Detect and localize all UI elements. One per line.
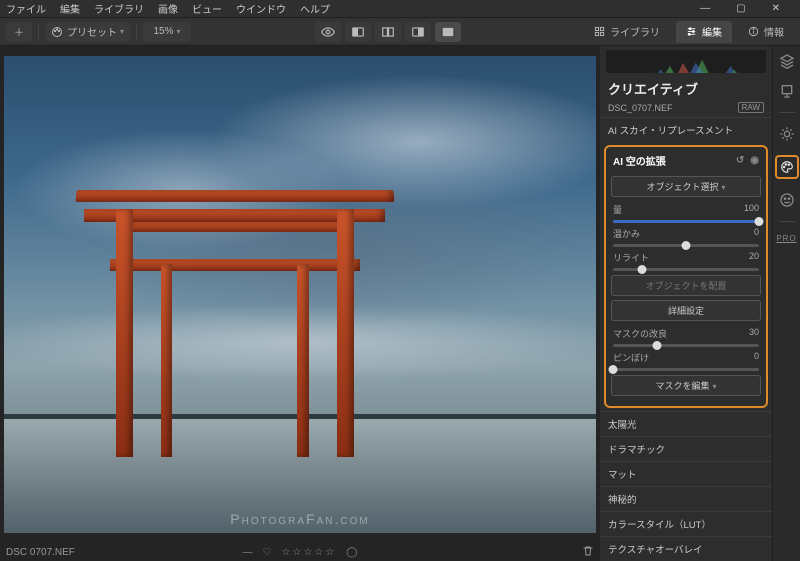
slider-defocus[interactable]: ピンぼけ0 xyxy=(611,349,761,371)
eye-icon[interactable] xyxy=(315,22,341,42)
histogram[interactable] xyxy=(606,50,766,73)
window-maximize-icon[interactable]: ▢ xyxy=(736,3,745,14)
statusbar: DSC 0707.NEF — ♡ ☆☆☆☆☆ ◯ xyxy=(0,543,600,561)
advanced-settings-button[interactable]: 詳細設定 xyxy=(611,300,761,321)
favorite-icon[interactable]: ♡ xyxy=(263,547,272,558)
section-lut[interactable]: カラースタイル（LUT） xyxy=(600,511,772,536)
palette-icon xyxy=(51,26,63,38)
zoom-dropdown[interactable]: 15% xyxy=(143,22,191,42)
section-texture[interactable]: テクスチャオーバレイ xyxy=(600,536,772,561)
preset-label: プリセット xyxy=(67,24,117,39)
panel-filename: DSC_0707.NEF xyxy=(608,103,673,113)
compare-after-icon[interactable] xyxy=(405,22,431,42)
trash-icon[interactable] xyxy=(582,545,594,560)
window-close-icon[interactable]: ✕ xyxy=(772,3,780,14)
photo-preview: PhotograFan.com xyxy=(4,56,596,533)
edit-mask-button[interactable]: マスクを編集 xyxy=(611,375,761,396)
section-label: AI スカイ・リプレースメント xyxy=(608,123,733,137)
image-canvas[interactable]: PhotograFan.com xyxy=(0,46,600,543)
view-mode-group xyxy=(315,22,461,42)
tab-edit[interactable]: 編集 xyxy=(676,21,732,43)
creative-tool-icon[interactable] xyxy=(775,155,799,179)
panel-title: クリエイティブ xyxy=(600,75,772,102)
pro-tool-label[interactable]: PRO xyxy=(776,234,796,243)
grid-icon xyxy=(594,26,605,37)
menu-file[interactable]: ファイル xyxy=(6,1,46,16)
tab-library[interactable]: ライブラリ xyxy=(584,21,670,43)
menu-image[interactable]: 画像 xyxy=(158,1,178,16)
slider-amount[interactable]: 量100 xyxy=(611,201,761,223)
canvas-tool-icon[interactable] xyxy=(778,82,796,100)
section-dramatic[interactable]: ドラマチック xyxy=(600,436,772,461)
menu-edit[interactable]: 編集 xyxy=(60,1,80,16)
section-mystical[interactable]: 神秘的 xyxy=(600,486,772,511)
object-select-button[interactable]: オブジェクト選択 xyxy=(611,176,761,197)
toolstrip: PRO xyxy=(772,46,800,561)
color-label-icon[interactable]: ◯ xyxy=(346,547,357,558)
visibility-toggle-icon[interactable]: ◉ xyxy=(750,155,759,166)
tab-library-label: ライブラリ xyxy=(610,24,660,39)
menu-view[interactable]: ビュー xyxy=(192,1,222,16)
menubar: ファイル 編集 ライブラリ 画像 ビュー ウインドウ ヘルプ — ▢ ✕ xyxy=(0,0,800,18)
torii-gate-icon xyxy=(93,190,377,438)
add-button[interactable]: ＋ xyxy=(6,22,32,42)
info-icon xyxy=(748,26,759,37)
rating-stars[interactable]: ☆☆☆☆☆ xyxy=(281,547,336,558)
compare-split-icon[interactable] xyxy=(375,22,401,42)
tab-info[interactable]: 情報 xyxy=(738,21,794,43)
section-ai-sky-enhancer: AI 空の拡張 ↺ ◉ オブジェクト選択 量100 温かみ0 xyxy=(604,145,768,408)
status-filename: DSC 0707.NEF xyxy=(6,547,75,558)
ai-sky-title: AI 空の拡張 xyxy=(613,153,666,168)
tab-edit-label: 編集 xyxy=(702,24,722,39)
toolbar: ＋ プリセット 15% ライブラリ 編集 情報 xyxy=(0,18,800,46)
undo-icon[interactable]: ↺ xyxy=(736,155,744,166)
section-sunrays[interactable]: 太陽光 xyxy=(600,411,772,436)
preset-dropdown[interactable]: プリセット xyxy=(45,22,130,42)
section-sky-replacement[interactable]: AI スカイ・リプレースメント xyxy=(600,117,772,142)
single-view-icon[interactable] xyxy=(435,22,461,42)
menu-help[interactable]: ヘルプ xyxy=(300,1,330,16)
slider-mask-refine[interactable]: マスクの改良30 xyxy=(611,325,761,347)
tab-info-label: 情報 xyxy=(764,24,784,39)
layers-icon[interactable] xyxy=(778,52,796,70)
edit-panel: クリエイティブ DSC_0707.NEF RAW AI スカイ・リプレースメント… xyxy=(600,46,772,561)
slider-warmth[interactable]: 温かみ0 xyxy=(611,225,761,247)
slider-relight[interactable]: リライト20 xyxy=(611,249,761,271)
menu-window[interactable]: ウインドウ xyxy=(236,1,286,16)
section-matte[interactable]: マット xyxy=(600,461,772,486)
reject-icon[interactable]: — xyxy=(243,547,253,558)
compare-before-icon[interactable] xyxy=(345,22,371,42)
raw-badge: RAW xyxy=(738,102,764,113)
window-minimize-icon[interactable]: — xyxy=(700,3,710,14)
portrait-tool-icon[interactable] xyxy=(778,191,796,209)
menu-library[interactable]: ライブラリ xyxy=(94,1,144,16)
sliders-icon xyxy=(686,26,697,37)
watermark: PhotograFan.com xyxy=(4,511,596,527)
essentials-tool-icon[interactable] xyxy=(778,125,796,143)
place-object-button[interactable]: オブジェクトを配置 xyxy=(611,275,761,296)
